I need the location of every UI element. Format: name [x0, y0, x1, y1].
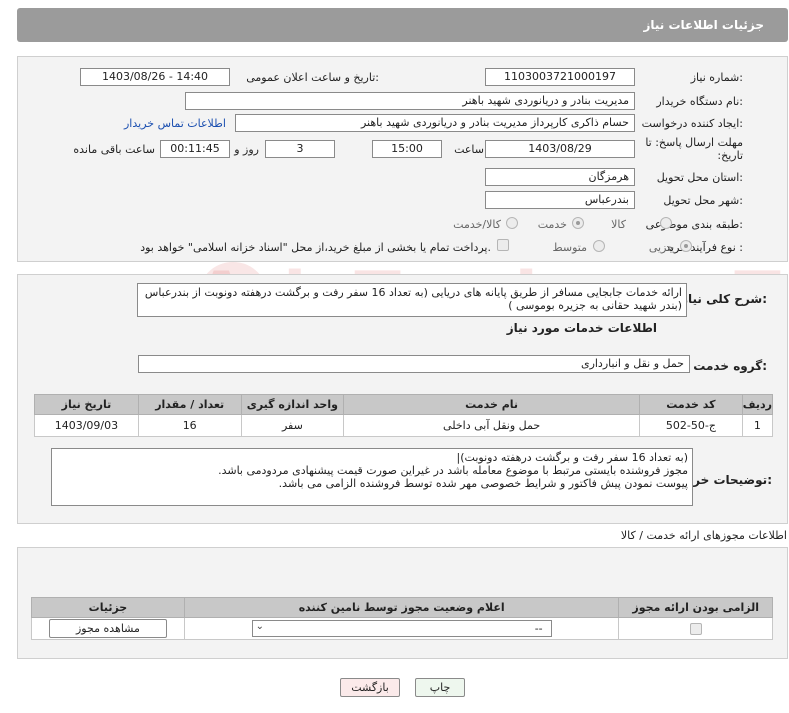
deadline-date-field: 1403/08/29	[485, 140, 635, 158]
services-table: ردیف کد خدمت نام خدمت واحد اندازه گیری ت…	[34, 394, 774, 437]
col-permit-details: جزئیات	[31, 597, 185, 618]
permits-table-header: الزامی بودن ارائه مجوز اعلام وضعیت مجوز …	[31, 597, 773, 618]
city-label: شهر محل تحویل:	[663, 194, 743, 207]
service-qty: 16	[137, 414, 242, 437]
category-radio-goods[interactable]	[660, 217, 672, 229]
summary-text: ارائه خدمات جابجایی مسافر از طریق پایانه…	[137, 283, 687, 317]
province-field: هرمزگان	[485, 168, 635, 186]
deadline-time-field: 15:00	[372, 140, 442, 158]
chevron-down-icon: ⌄	[255, 621, 265, 632]
col-permit-required: الزامی بودن ارائه مجوز	[618, 597, 773, 618]
permit-status-cell: -- ⌄	[183, 617, 620, 640]
back-button[interactable]: بازگشت	[340, 678, 400, 697]
remaining-time-field: 00:11:45	[160, 140, 230, 158]
page-header: جزئیات اطلاعات نیاز	[17, 8, 788, 42]
process-label: نوع فرآیند خرید :	[665, 241, 743, 254]
need-number-label: شماره نیاز:	[690, 71, 743, 84]
deadline-label: مهلت ارسال پاسخ: تا تاریخ:	[645, 136, 743, 162]
permits-table: الزامی بودن ارائه مجوز اعلام وضعیت مجوز …	[31, 597, 773, 640]
deadline-time-label: ساعت	[454, 143, 484, 156]
category-radio-service[interactable]	[572, 217, 584, 229]
remaining-label: ساعت باقی مانده	[73, 143, 155, 156]
payment-note: پرداخت تمام یا بخشی از مبلغ خرید،از محل …	[140, 241, 491, 254]
view-permit-button[interactable]: مشاهده مجوز	[48, 619, 167, 638]
announce-label: تاریخ و ساعت اعلان عمومی:	[246, 71, 379, 84]
process-option-minor: جزیی	[648, 241, 674, 254]
summary-label: شرح کلی نیاز:	[681, 292, 767, 306]
col-name: نام خدمت	[343, 394, 641, 415]
announce-field: 1403/08/26 - 14:40	[80, 68, 230, 86]
page-title: جزئیات اطلاعات نیاز	[643, 18, 764, 32]
need-number-field: 1103003721000197	[485, 68, 635, 86]
buyer-org-label: نام دستگاه خریدار:	[656, 95, 743, 108]
category-radio-both[interactable]	[506, 217, 518, 229]
permit-details-cell: مشاهده مجوز	[31, 617, 185, 640]
buyer-notes-text: (به تعداد 16 سفر رفت و برگشت درهفته دونو…	[51, 448, 693, 506]
col-code: کد خدمت	[639, 394, 743, 415]
buyer-notes-line: مجوز فروشنده بایستی مرتبط با موضوع معامل…	[218, 464, 688, 477]
table-row: -- ⌄ مشاهده مجوز	[31, 617, 773, 640]
col-unit: واحد اندازه گیری	[240, 394, 345, 415]
permit-status-select[interactable]: -- ⌄	[251, 620, 552, 637]
process-radio-minor[interactable]	[680, 240, 692, 252]
buyer-notes-line: پیوست نمودن پیش فاکتور و شرایط خصوصی مهر…	[278, 477, 688, 490]
service-name: حمل ونقل آبی داخلی	[343, 414, 641, 437]
service-code: ج-50-502	[639, 414, 743, 437]
permit-status-select-value: --	[534, 622, 543, 635]
buyer-notes-line: (به تعداد 16 سفر رفت و برگشت درهفته دونو…	[456, 451, 688, 464]
permits-title: اطلاعات مجوزهای ارائه خدمت / کالا	[620, 529, 787, 542]
process-option-medium: متوسط	[552, 241, 587, 254]
permit-required-checkbox-icon	[689, 623, 702, 635]
col-qty: تعداد / مقدار	[137, 394, 242, 415]
creator-label: ایجاد کننده درخواست:	[641, 117, 743, 130]
service-group-label: گروه خدمت:	[693, 359, 767, 373]
col-permit-status: اعلام وضعیت مجوز توسط نامین کننده	[183, 597, 620, 618]
services-table-header: ردیف کد خدمت نام خدمت واحد اندازه گیری ت…	[34, 394, 774, 415]
days-field: 3	[265, 140, 335, 158]
category-option-service: خدمت	[537, 218, 567, 231]
service-unit: سفر	[240, 414, 345, 437]
services-title: اطلاعات خدمات مورد نیاز	[506, 321, 657, 335]
treasury-checkbox[interactable]	[497, 239, 509, 251]
category-option-goods: کالا	[611, 218, 626, 231]
print-button[interactable]: چاپ	[415, 678, 465, 697]
col-row: ردیف	[741, 394, 774, 415]
col-date: تاریخ نیاز	[34, 394, 139, 415]
table-row: 1 ج-50-502 حمل ونقل آبی داخلی سفر 16 140…	[34, 414, 774, 437]
service-group-field: حمل و نقل و انبارداری	[138, 355, 690, 373]
service-date: 1403/09/03	[34, 414, 139, 437]
permit-required-cell	[618, 617, 773, 640]
category-option-both: کالا/خدمت	[453, 218, 501, 231]
province-label: استان محل تحویل:	[656, 171, 743, 184]
row-index: 1	[741, 414, 774, 437]
buyer-org-field: مدیریت بنادر و دریانوردی شهید باهنر	[185, 92, 635, 110]
days-label: روز و	[234, 143, 259, 156]
process-radio-medium[interactable]	[593, 240, 605, 252]
buyer-contact-link[interactable]: اطلاعات تماس خریدار	[124, 117, 226, 130]
creator-field: حسام ذاکری کارپرداز مدیریت بنادر و دریان…	[235, 114, 635, 132]
city-field: بندرعباس	[485, 191, 635, 209]
